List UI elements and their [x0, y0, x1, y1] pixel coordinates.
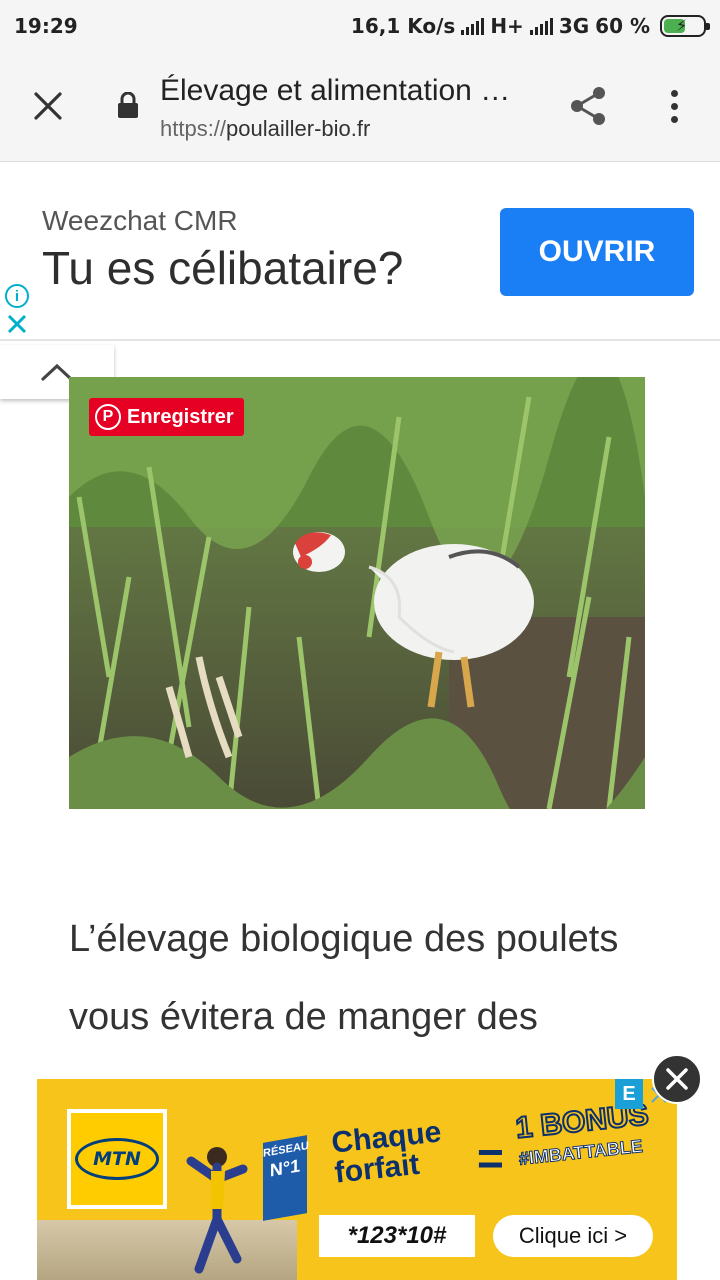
url-domain: poulailler-bio.fr	[226, 116, 371, 141]
article-line: L’élevage biologique des poulets	[69, 918, 619, 960]
close-icon	[34, 92, 62, 120]
more-vert-icon[interactable]	[656, 84, 692, 128]
ad-offer-text: Chaque forfait	[330, 1115, 446, 1189]
close-icon	[666, 1068, 688, 1090]
top-ad-banner[interactable]: Weezchat CMR Tu es célibataire? OUVRIR	[0, 163, 720, 341]
signal-icon-2	[529, 17, 553, 35]
signal-icon	[461, 17, 485, 35]
battery-percent: 60 %	[595, 14, 650, 38]
ad-reseau-badge: RÉSEAU N°1	[263, 1135, 309, 1221]
network-type-1: H+	[490, 14, 524, 38]
ad-badge-icon[interactable]: E	[615, 1079, 643, 1109]
close-tab-button[interactable]	[28, 86, 68, 126]
ad-ussd-code: *123*10#	[319, 1215, 475, 1257]
status-indicators: 16,1 Ko/s H+ 3G 60 % ⚡	[350, 14, 710, 38]
ad-bonus: 1 BONUS #IMBATTABLE	[513, 1097, 653, 1174]
ad-sponsor: Weezchat CMR	[42, 205, 238, 236]
pinterest-icon: P	[95, 404, 121, 430]
page-title[interactable]: Élevage et alimentation …	[160, 74, 510, 108]
lock-icon	[118, 92, 138, 118]
ad-person-image	[186, 1147, 248, 1274]
article-photo-chicken	[69, 377, 645, 809]
url-scheme: https://	[160, 116, 227, 141]
ad-cta-button[interactable]: Clique ici >	[493, 1215, 653, 1257]
ad-equals: =	[477, 1132, 504, 1184]
close-ad-button[interactable]	[652, 1054, 702, 1104]
page-url[interactable]: https://poulailler-bio.fr	[160, 116, 370, 142]
share-icon[interactable]	[566, 84, 610, 128]
bottom-ad-banner[interactable]: MTN RÉSEAU N°1 Chaque forfait = 1 BONUS …	[37, 1079, 677, 1280]
mtn-logo: MTN	[67, 1109, 167, 1209]
ad-open-button[interactable]: OUVRIR	[500, 208, 694, 296]
pinterest-save-button[interactable]: P Enregistrer	[89, 398, 244, 436]
ad-headline: Tu es célibataire?	[42, 242, 404, 294]
pin-label: Enregistrer	[127, 405, 234, 428]
status-bar: 19:29 16,1 Ko/s H+ 3G 60 % ⚡	[0, 0, 720, 52]
ad-info-icon[interactable]: i	[5, 284, 29, 308]
battery-charging-icon: ⚡	[660, 15, 710, 37]
article-line: vous évitera de manger des	[69, 996, 538, 1038]
ad-city-background	[37, 1220, 297, 1280]
network-type-2: 3G	[558, 14, 590, 38]
status-time: 19:29	[14, 14, 78, 38]
mtn-logo-text: MTN	[75, 1138, 159, 1180]
ad-dismiss-icon[interactable]	[6, 313, 28, 335]
browser-toolbar: Élevage et alimentation … https://poulai…	[0, 52, 720, 162]
network-speed: 16,1 Ko/s	[350, 14, 456, 38]
